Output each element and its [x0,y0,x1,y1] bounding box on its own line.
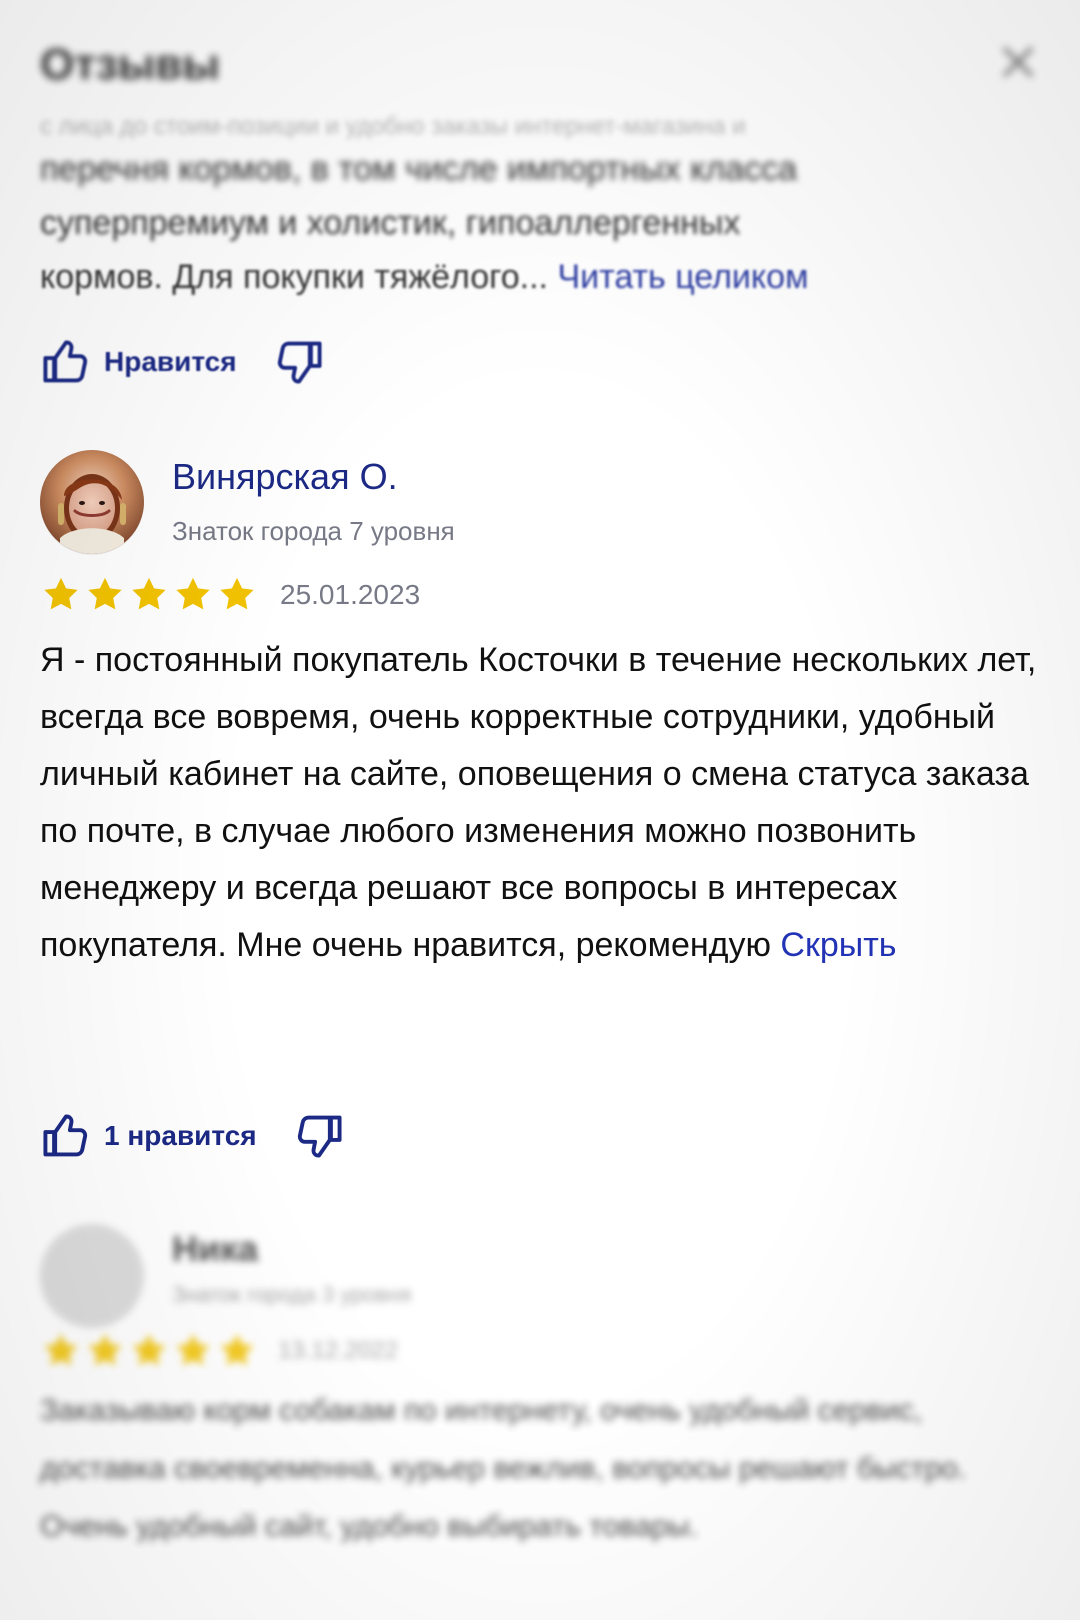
star-icon [132,1333,166,1366]
star-icon [44,577,78,610]
review-body: Я - постоянный покупатель Косточки в теч… [40,641,1037,964]
reviews-title: Отзывы [40,40,220,89]
star-icon [176,577,210,610]
user-avatar [40,450,144,554]
like-button[interactable]: Нравится [40,336,237,388]
reviews-header: Отзывы [40,40,1040,100]
review-text: Я - постоянный покупатель Косточки в теч… [40,632,1040,974]
star-icon [132,577,166,610]
author-level: Знаток города 7 уровня [172,516,455,546]
star-icon [88,1333,122,1366]
like-count-label: 1 нравится [104,1120,257,1151]
next-review-date: 13.12.2022 [278,1337,399,1364]
next-review-text: Заказываю корм собакам по интернету, оче… [40,1394,967,1543]
next-review-level: Знаток города 3 уровня [172,1282,412,1307]
author-name[interactable]: Винярская О. [172,456,398,498]
star-icon [176,1333,210,1366]
previous-review-line: перечня кормов, в том числе импортных кл… [40,150,797,188]
previous-review: с лица до стоим-позиции и удобно заказы … [40,112,1040,304]
star-icon [44,1333,78,1366]
dislike-button[interactable] [293,1110,345,1162]
previous-review-reactions: Нравится [40,336,325,388]
review-date: 25.01.2023 [280,579,421,610]
review-reactions: 1 нравится [40,1110,345,1162]
star-icon [220,577,254,610]
reviews-screen: Отзывы с лица до стоим-позиции и удобно … [0,0,1080,1620]
next-review-author[interactable]: Ника [172,1228,258,1270]
previous-review-last-line: кормов. Для покупки тяжёлого... Читать ц… [40,250,1040,304]
previous-review-line: суперпремиум и холистик, гипоаллергенных [40,204,741,242]
rating-row: 25.01.2023 [40,574,420,616]
read-more-link[interactable]: Читать целиком [557,258,808,296]
thumb-up-icon [43,1114,88,1157]
star-icon [220,1333,254,1366]
thumb-down-icon [297,1115,342,1158]
star-icon [88,577,122,610]
next-review-star-rating [40,1330,258,1372]
star-rating [40,574,258,616]
like-label: Нравится [104,346,237,377]
thumb-up-icon [43,340,88,383]
default-avatar-icon [40,1224,144,1328]
previous-review-line: с лица до стоим-позиции и удобно заказы … [40,113,746,140]
dislike-button[interactable] [273,336,325,388]
close-icon[interactable] [996,40,1040,84]
previous-review-line: кормов. Для покупки тяжёлого... [40,258,549,296]
like-button[interactable]: 1 нравится [40,1110,257,1162]
next-review-rating-row: 13.12.2022 [40,1330,398,1372]
thumb-down-icon [277,341,322,384]
hide-review-link[interactable]: Скрыть [780,926,896,964]
